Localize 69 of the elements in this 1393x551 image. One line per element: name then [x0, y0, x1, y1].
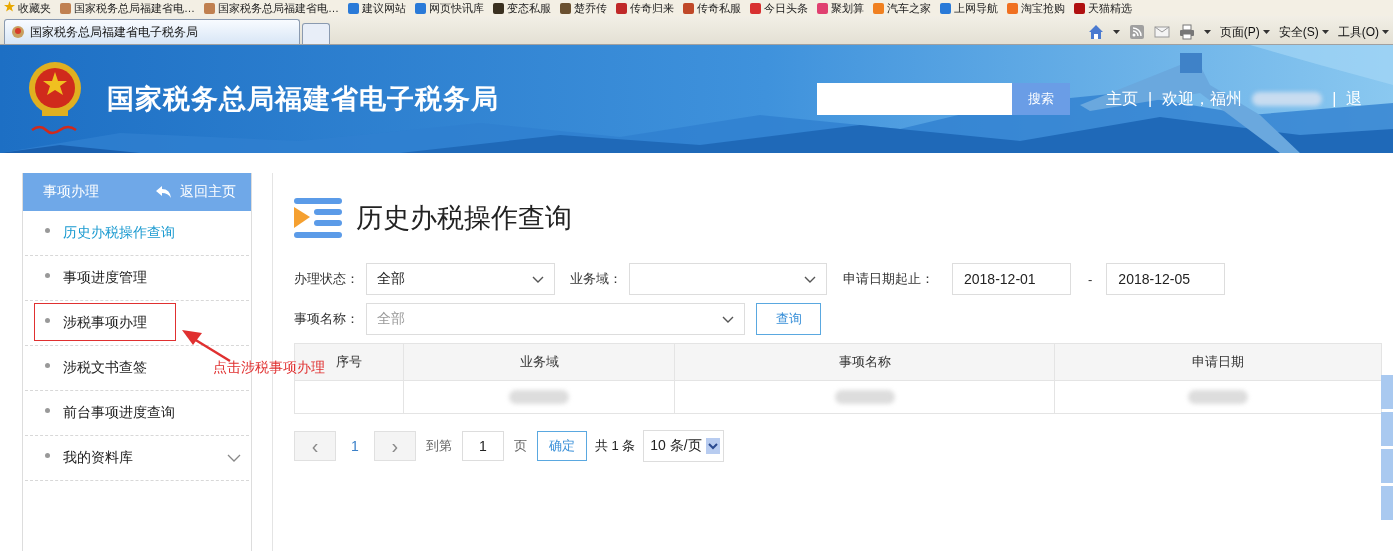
bookmark-link[interactable]: 传奇归来 [630, 0, 674, 16]
divider: | [1148, 90, 1153, 108]
bookmark-link[interactable]: 网页快讯库 [429, 0, 484, 16]
caret-icon [1321, 30, 1329, 34]
list-icon [294, 198, 342, 238]
sidebar-item[interactable]: 前台事项进度查询 [45, 404, 175, 422]
field-label: 办理状态： [294, 270, 360, 288]
caret-icon[interactable] [1112, 30, 1120, 34]
page-size-dropdown[interactable]: 10 条/页 [643, 430, 724, 462]
date-field[interactable]: 2018-12-01 [952, 263, 1071, 295]
bookmark-link[interactable]: 上网导航 [954, 0, 998, 16]
bookmark-link[interactable]: 传奇私服 [697, 0, 741, 16]
menu-button[interactable]: 页面(P) [1219, 23, 1270, 41]
dropdown[interactable] [629, 263, 827, 295]
page-title: 历史办税操作查询 [356, 202, 572, 235]
home-icon[interactable] [1087, 24, 1104, 40]
page-input[interactable]: 1 [461, 431, 504, 461]
dropdown[interactable]: 全部 [366, 263, 555, 295]
welcome-text: 欢迎，福州 [1162, 88, 1243, 109]
caret-icon [1382, 30, 1389, 34]
field-label: 事项名称： [294, 310, 360, 328]
sidebar-item[interactable]: 涉税文书查签 [45, 359, 147, 377]
date-field[interactable]: 2018-12-05 [1106, 263, 1226, 295]
caret-icon[interactable] [1203, 30, 1211, 34]
bookmark-link[interactable]: 建议网站 [362, 0, 406, 16]
bookmark-link[interactable]: 变态私服 [507, 0, 551, 16]
favorites-link[interactable]: 收藏夹 [18, 0, 51, 16]
chevron-down-icon [804, 275, 816, 283]
caret-icon [1262, 30, 1270, 34]
bookmark-link[interactable]: 淘宝抢购 [1021, 0, 1065, 16]
back-arrow-icon [156, 186, 172, 198]
bookmark-link[interactable]: 聚划算 [831, 0, 864, 16]
sidebar-title: 事项办理 [43, 183, 99, 201]
printer-icon[interactable] [1178, 24, 1195, 40]
column-header: 业务域 [404, 344, 675, 381]
page-number[interactable]: 1 [351, 438, 359, 454]
sidebar-item[interactable]: 我的资料库 [45, 449, 133, 467]
range-dash: - [1088, 271, 1093, 287]
bookmark-link[interactable]: 国家税务总局福建省电… [74, 0, 195, 16]
query-button[interactable]: 查询 [756, 303, 821, 335]
feed-icon[interactable] [1128, 24, 1145, 40]
bookmark-link[interactable]: 今日头条 [764, 0, 808, 16]
bookmark-link[interactable]: 国家税务总局福建省电… [218, 0, 339, 16]
chevron-down-icon [227, 454, 241, 462]
menu-button[interactable]: 工具(O) [1337, 23, 1389, 41]
column-header: 事项名称 [675, 344, 1055, 381]
column-header: 申请日期 [1055, 344, 1381, 381]
site-title: 国家税务总局福建省电子税务局 [107, 83, 499, 116]
sidebar-item[interactable]: 涉税事项办理 [45, 314, 147, 332]
divider: | [1332, 90, 1337, 108]
search-field[interactable] [817, 83, 1012, 115]
menu-button[interactable]: 安全(S) [1278, 23, 1329, 41]
total-count: 共 1 条 [594, 437, 636, 455]
annotation-text: 点击涉税事项办理 [213, 359, 325, 377]
new-tab-button[interactable] [302, 23, 330, 44]
chevron-down-icon [532, 275, 544, 283]
field-label: 申请日期起止： [843, 270, 935, 288]
mail-icon[interactable] [1153, 24, 1170, 40]
pager-text: 页 [513, 437, 527, 455]
browser-tab[interactable]: 国家税务总局福建省电子税务局 [4, 19, 300, 44]
bookmark-link[interactable]: 天猫精选 [1088, 0, 1132, 16]
bookmark-link[interactable]: 汽车之家 [887, 0, 931, 16]
sidebar-item[interactable]: 事项进度管理 [45, 269, 147, 287]
bookmark-link[interactable]: 楚乔传 [574, 0, 607, 16]
chevron-down-icon [722, 315, 734, 323]
emblem-icon [11, 25, 25, 39]
confirm-button[interactable]: 确定 [536, 431, 587, 461]
pager-text: 到第 [425, 437, 452, 455]
field-label: 业务域： [570, 270, 623, 288]
